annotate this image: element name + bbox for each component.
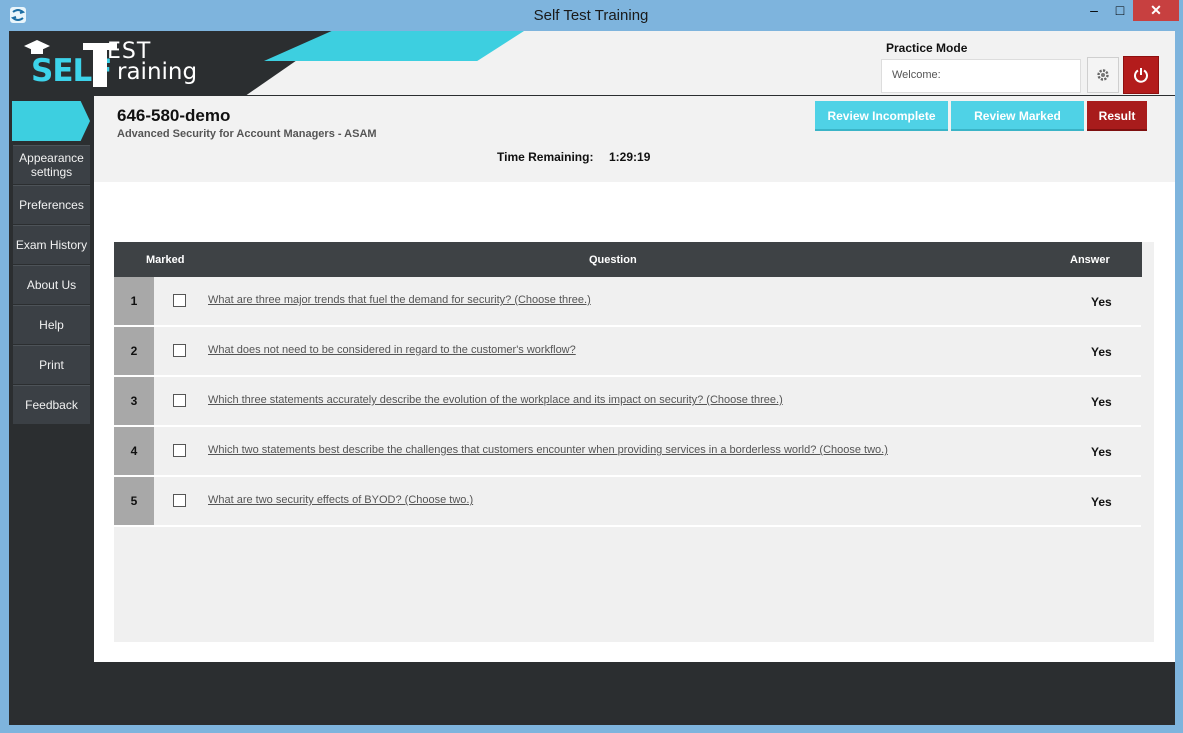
mark-checkbox[interactable] bbox=[173, 344, 186, 357]
question-link[interactable]: What does not need to be considered in r… bbox=[208, 344, 576, 356]
settings-button[interactable] bbox=[1087, 57, 1119, 93]
table-header: Marked Question Answer bbox=[114, 242, 1142, 277]
table-row: 2 What does not need to be considered in… bbox=[114, 327, 1141, 377]
sidebar-active-indicator[interactable] bbox=[12, 101, 90, 141]
question-number: 5 bbox=[114, 477, 154, 525]
window-title: Self Test Training bbox=[533, 7, 649, 24]
question-number: 3 bbox=[114, 377, 154, 425]
logo-t-mark bbox=[83, 43, 117, 87]
main-content: 646-580-demo Advanced Security for Accou… bbox=[94, 96, 1175, 662]
sidebar-item-preferences[interactable]: Preferences bbox=[13, 185, 90, 224]
question-number: 1 bbox=[114, 277, 154, 325]
table-row: 4 Which two statements best describe the… bbox=[114, 427, 1141, 477]
review-incomplete-button[interactable]: Review Incomplete bbox=[815, 101, 948, 131]
title-bar[interactable]: Self Test Training – □ ✕ bbox=[1, 0, 1181, 31]
column-header-answer: Answer bbox=[1070, 254, 1110, 266]
question-number: 2 bbox=[114, 327, 154, 375]
review-marked-button[interactable]: Review Marked bbox=[951, 101, 1084, 131]
time-remaining-value: 1:29:19 bbox=[609, 150, 651, 164]
question-number: 4 bbox=[114, 427, 154, 475]
sidebar-item-help[interactable]: Help bbox=[13, 305, 90, 344]
sidebar-item-appearance-settings[interactable]: Appearance settings bbox=[13, 145, 90, 184]
question-link[interactable]: Which two statements best describe the c… bbox=[208, 444, 888, 456]
exam-info-panel: 646-580-demo Advanced Security for Accou… bbox=[94, 96, 1175, 182]
logo-training: raining bbox=[117, 59, 198, 85]
app-window: Self Test Training – □ ✕ SELF EST rainin… bbox=[1, 0, 1181, 732]
column-header-marked: Marked bbox=[146, 254, 185, 266]
mark-checkbox[interactable] bbox=[173, 294, 186, 307]
maximize-button[interactable]: □ bbox=[1107, 0, 1133, 21]
sidebar-item-exam-history[interactable]: Exam History bbox=[13, 225, 90, 264]
question-table: Marked Question Answer 1 What are three … bbox=[114, 242, 1154, 642]
gear-icon bbox=[1097, 69, 1109, 81]
question-link[interactable]: What are two security effects of BYOD? (… bbox=[208, 494, 473, 506]
table-row: 3 Which three statements accurately desc… bbox=[114, 377, 1141, 427]
sidebar-item-print[interactable]: Print bbox=[13, 345, 90, 384]
sidebar-item-feedback[interactable]: Feedback bbox=[13, 385, 90, 424]
exam-name: Advanced Security for Account Managers -… bbox=[117, 128, 377, 140]
table-row: 5 What are two security effects of BYOD?… bbox=[114, 477, 1141, 527]
result-button[interactable]: Result bbox=[1087, 101, 1147, 131]
app-client: SELF EST raining Practice Mode Welcome: bbox=[9, 31, 1175, 725]
column-header-question: Question bbox=[589, 254, 637, 266]
close-button[interactable]: ✕ bbox=[1133, 0, 1179, 21]
answer-status: Yes bbox=[1091, 395, 1112, 409]
minimize-button[interactable]: – bbox=[1081, 0, 1107, 21]
question-link[interactable]: Which three statements accurately descri… bbox=[208, 394, 783, 406]
question-link[interactable]: What are three major trends that fuel th… bbox=[208, 294, 591, 306]
exam-code: 646-580-demo bbox=[117, 106, 231, 125]
welcome-label: Welcome: bbox=[892, 69, 941, 81]
mark-checkbox[interactable] bbox=[173, 444, 186, 457]
answer-status: Yes bbox=[1091, 445, 1112, 459]
mark-checkbox[interactable] bbox=[173, 394, 186, 407]
header: SELF EST raining Practice Mode Welcome: bbox=[9, 31, 1175, 95]
answer-status: Yes bbox=[1091, 495, 1112, 509]
sidebar-item-about-us[interactable]: About Us bbox=[13, 265, 90, 304]
welcome-box: Welcome: bbox=[881, 59, 1081, 93]
logo: SELF EST raining bbox=[21, 39, 211, 91]
mode-label: Practice Mode bbox=[886, 41, 968, 55]
time-remaining-label: Time Remaining: bbox=[497, 150, 594, 164]
answer-status: Yes bbox=[1091, 345, 1112, 359]
mark-checkbox[interactable] bbox=[173, 494, 186, 507]
power-icon bbox=[1134, 68, 1148, 83]
power-button[interactable] bbox=[1123, 56, 1159, 94]
table-row: 1 What are three major trends that fuel … bbox=[114, 277, 1141, 327]
answer-status: Yes bbox=[1091, 295, 1112, 309]
